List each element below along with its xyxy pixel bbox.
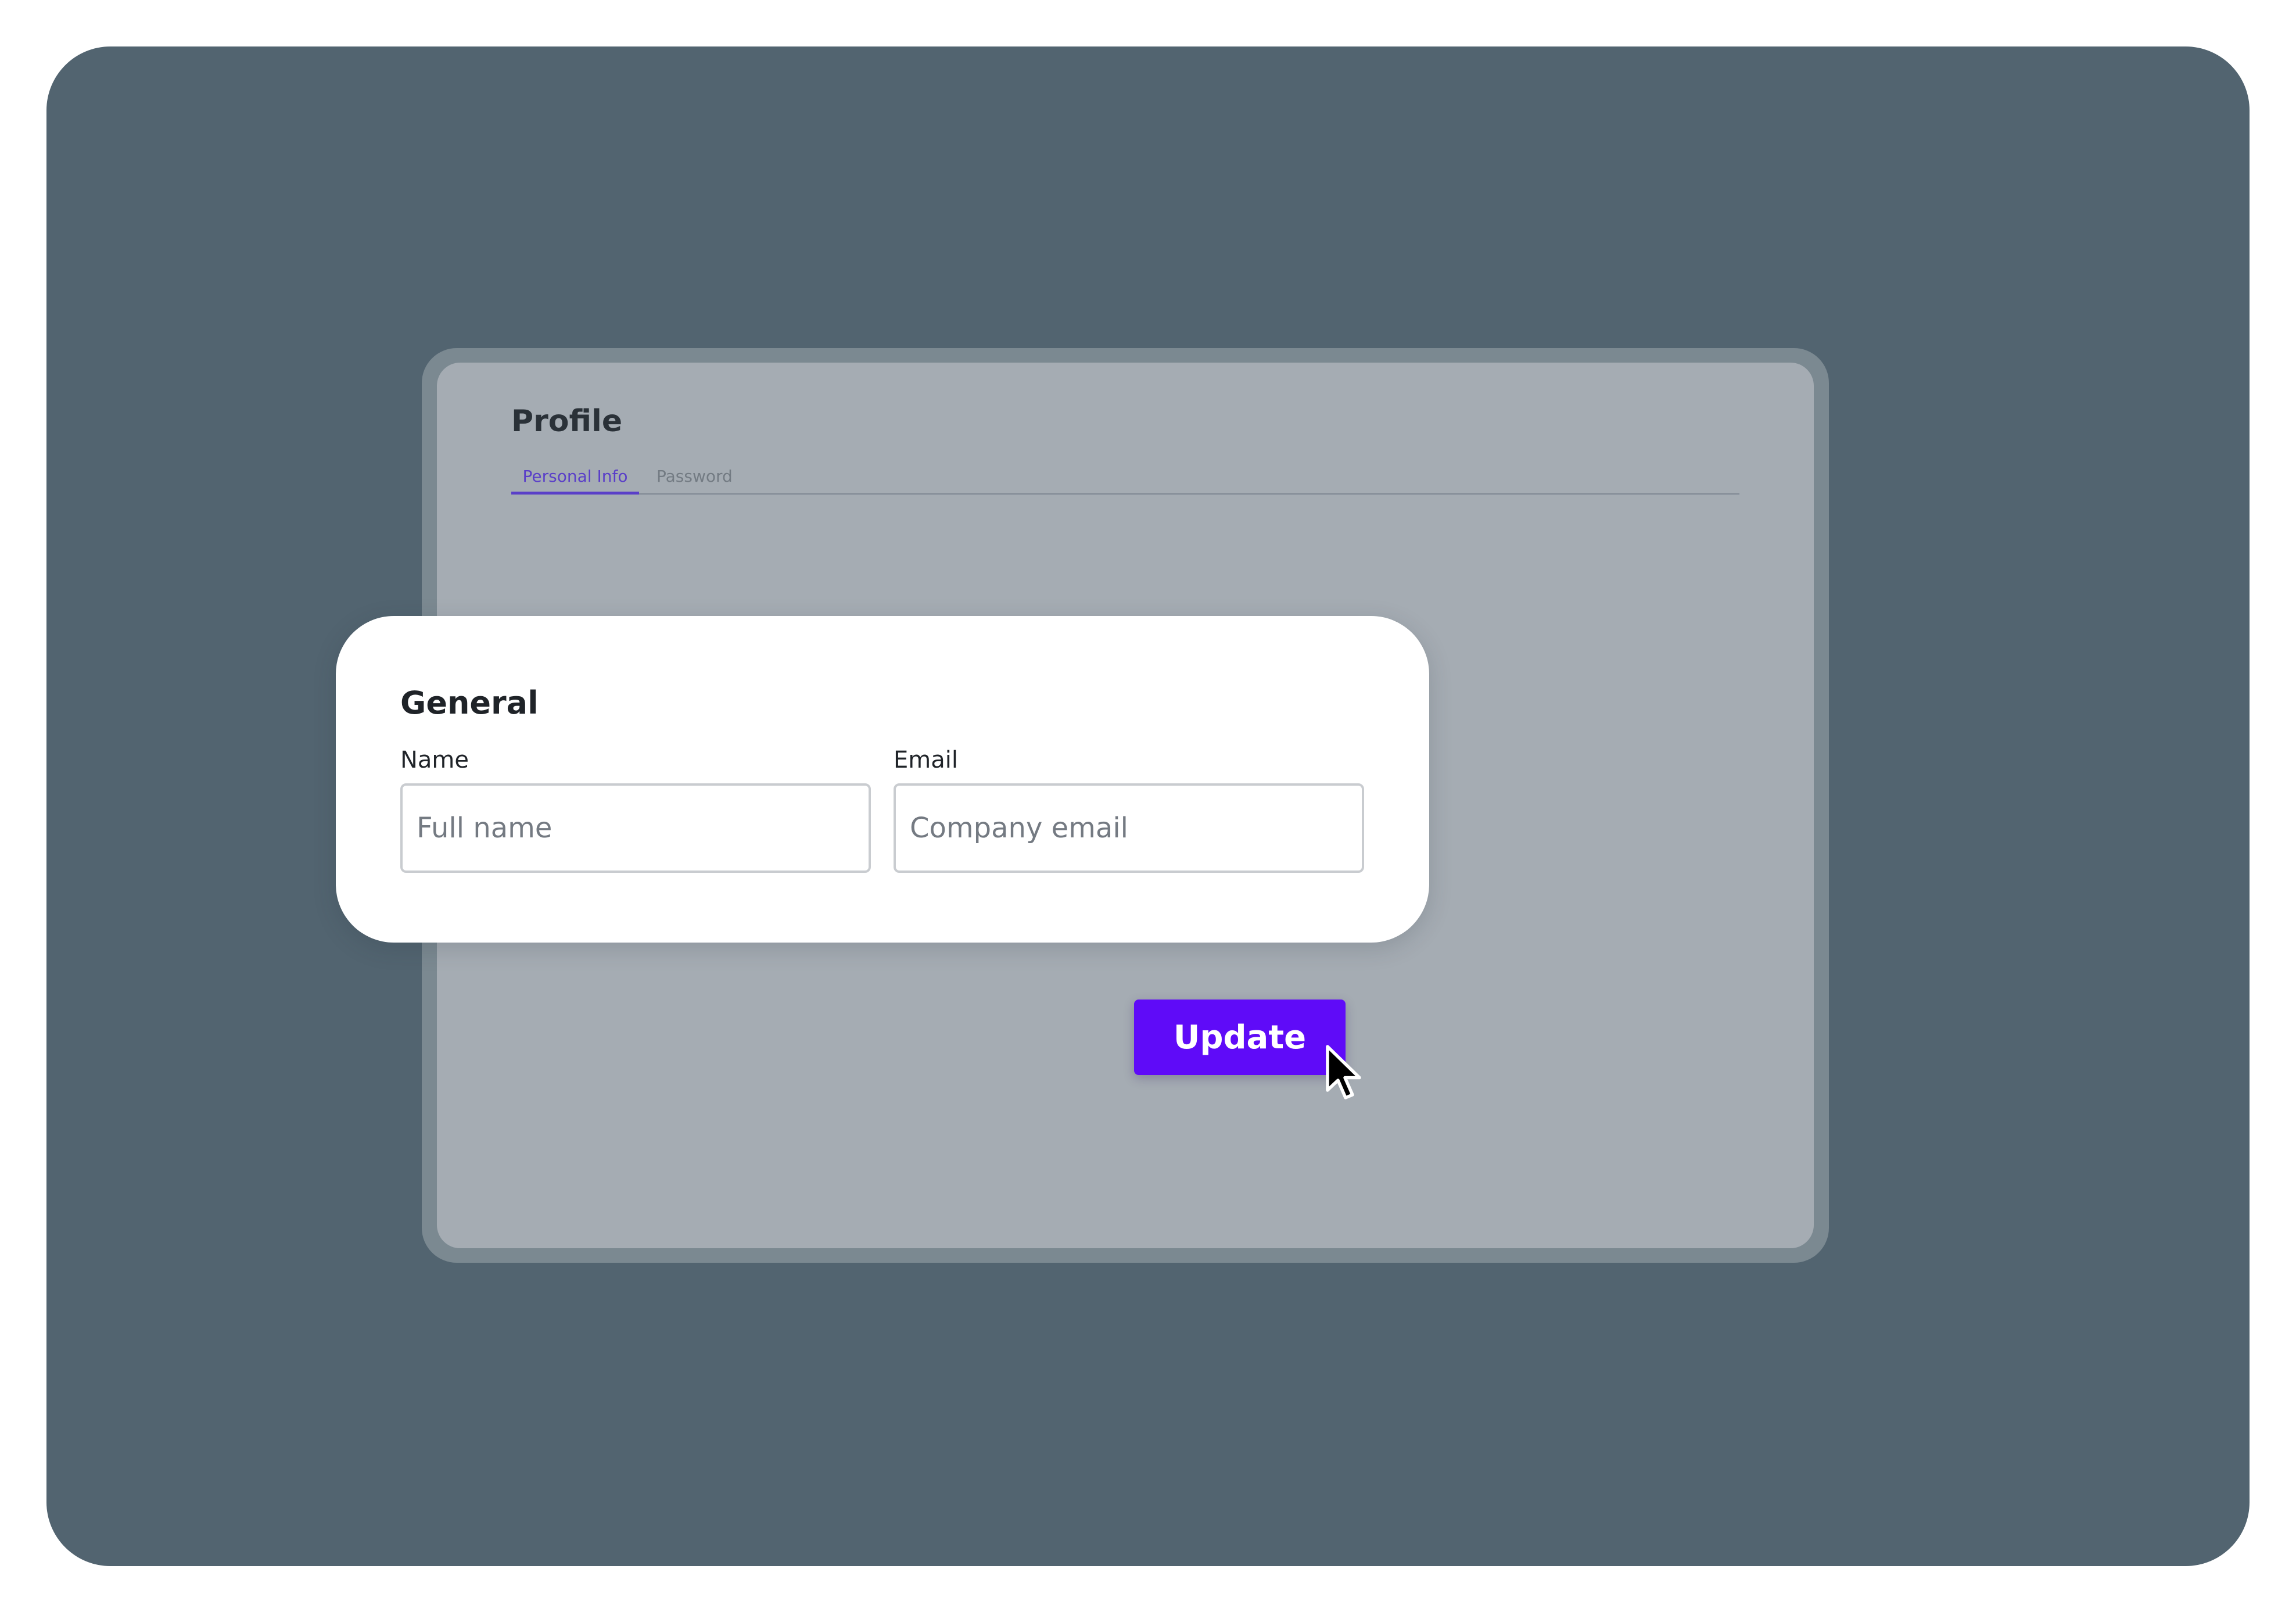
email-label: Email (894, 747, 958, 773)
tab-password[interactable]: Password (656, 464, 733, 489)
tab-personal-info[interactable]: Personal Info (511, 464, 639, 489)
mouse-pointer-icon (1326, 1045, 1361, 1099)
general-card: General Name Email (336, 616, 1429, 943)
page-title: Profile (511, 404, 623, 439)
update-button[interactable]: Update (1134, 1000, 1346, 1075)
general-section-title: General (400, 685, 539, 721)
name-input[interactable] (400, 783, 871, 873)
email-input[interactable] (894, 783, 1364, 873)
tab-active-indicator (511, 492, 639, 495)
name-label: Name (400, 747, 469, 773)
tabs-divider (511, 493, 1739, 495)
